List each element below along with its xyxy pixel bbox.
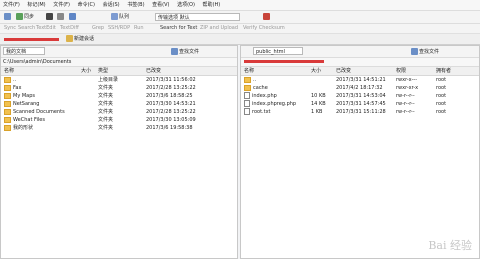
left-location-select[interactable]: 我的文档	[3, 47, 45, 55]
table-row[interactable]: cache 2017/4/2 18:17:32 rwxr-xr-x root	[241, 84, 479, 92]
left-pane: 我的文档 查找文件 C:\Users\admin\Documents 名称 大小…	[0, 45, 238, 259]
settings-icon[interactable]	[56, 13, 66, 21]
left-file-list: .. 上级目录 2017/3/31 11:56:02 Fax 文件夹 2017/…	[1, 76, 237, 132]
folder-icon	[4, 124, 11, 131]
folder-icon	[4, 84, 11, 91]
left-col-name[interactable]: 名称	[4, 67, 14, 75]
table-row[interactable]: WeChat Files 文件夹 2017/3/30 13:05:09	[1, 116, 237, 124]
right-col-changed[interactable]: 已改变	[336, 67, 351, 75]
main-toolbar: 同步 队列 传输选项 默认	[0, 11, 480, 24]
right-search-button[interactable]: 查找文件	[411, 48, 439, 55]
menu-item-8[interactable]: 帮助(H)	[200, 0, 224, 10]
table-row[interactable]: NetSarang 文件夹 2017/3/30 14:53:21	[1, 100, 237, 108]
redacted-session-tab[interactable]	[4, 38, 59, 41]
ext-search[interactable]: Search	[18, 24, 35, 33]
color-icon[interactable]	[262, 13, 272, 21]
ext-sync[interactable]: Sync	[4, 24, 16, 33]
table-row[interactable]: .. 2017/3/31 14:51:21 rwxr-x--- root	[241, 76, 479, 84]
right-col-size[interactable]: 大小	[311, 67, 321, 75]
table-row[interactable]: Fax 文件夹 2017/2/28 13:25:22	[1, 84, 237, 92]
right-file-list: .. 2017/3/31 14:51:21 rwxr-x--- root cac…	[241, 76, 479, 116]
folder-icon	[4, 116, 11, 123]
right-path-bar[interactable]	[241, 58, 479, 67]
session-tabs: 新建会话	[0, 34, 480, 45]
ext-textedit[interactable]: TextEdit	[36, 24, 56, 33]
menu-item-4[interactable]: 会话(S)	[100, 0, 123, 10]
left-col-size[interactable]: 大小	[81, 67, 91, 75]
menu-item-3[interactable]: 命令(C)	[75, 0, 98, 10]
table-row[interactable]: root.txt 1 KB 2017/3/31 15:11:28 rw-r--r…	[241, 108, 479, 116]
right-pane-toolbar: public_html 查找文件	[241, 46, 479, 58]
folder-icon	[244, 84, 251, 91]
extensions-toolbar: Sync Search TextEdit TextDiff Grep SSH/R…	[0, 24, 480, 34]
local-icon[interactable]	[3, 13, 13, 21]
folder-icon	[4, 76, 11, 83]
queue-button[interactable]: 队列	[110, 13, 130, 21]
left-col-type[interactable]: 类型	[98, 67, 108, 75]
ext-search-text[interactable]: Search for Text	[160, 24, 197, 33]
menu-item-5[interactable]: 书签(B)	[124, 0, 147, 10]
right-pane: public_html 查找文件 名称 大小 已改变 权限 拥有者 .. 201…	[240, 45, 480, 259]
menu-bar: 文件(F) 标记(M) 文件(F) 命令(C) 会话(S) 书签(B) 查看(V…	[0, 0, 480, 11]
file-icon	[244, 92, 250, 99]
ext-grep[interactable]: Grep	[92, 24, 104, 33]
table-row[interactable]: My Maps 文件夹 2017/3/6 18:58:25	[1, 92, 237, 100]
table-row[interactable]: Scanned Documents 文件夹 2017/2/28 13:25:22	[1, 108, 237, 116]
ext-zip-upload[interactable]: ZIP and Upload	[200, 24, 238, 33]
search-icon	[411, 48, 418, 55]
table-row[interactable]: .. 上级目录 2017/3/31 11:56:02	[1, 76, 237, 84]
menu-item-0[interactable]: 文件(F)	[0, 0, 23, 10]
folder-icon	[244, 76, 251, 83]
search-icon	[171, 48, 178, 55]
folder-icon	[4, 100, 11, 107]
right-col-perm[interactable]: 权限	[396, 67, 406, 75]
file-icon	[244, 100, 250, 107]
baidu-watermark: Bai 经验	[428, 239, 472, 252]
menu-item-1[interactable]: 标记(M)	[24, 0, 48, 10]
queue-icon	[111, 13, 118, 20]
left-pane-toolbar: 我的文档 查找文件	[1, 46, 237, 58]
sync-icon	[16, 13, 23, 20]
new-session-icon	[66, 35, 73, 42]
left-column-header: 名称 大小 类型 已改变	[1, 67, 237, 76]
ext-run[interactable]: Run	[134, 24, 144, 33]
ext-ssh-rdp[interactable]: SSH/RDP	[108, 24, 130, 33]
menu-item-2[interactable]: 文件(F)	[50, 0, 73, 10]
table-row[interactable]: index.php 10 KB 2017/3/31 14:53:04 rw-r-…	[241, 92, 479, 100]
left-col-changed[interactable]: 已改变	[146, 67, 161, 75]
right-col-name[interactable]: 名称	[244, 67, 254, 75]
ext-textdiff[interactable]: TextDiff	[60, 24, 79, 33]
transfer-settings-select[interactable]: 传输选项 默认	[155, 13, 240, 21]
sync-button[interactable]: 同步	[15, 13, 35, 21]
left-search-button[interactable]: 查找文件	[171, 48, 199, 55]
new-session-button[interactable]: 新建会话	[66, 35, 94, 42]
right-location-select[interactable]: public_html	[253, 47, 303, 55]
redacted-remote-path	[244, 60, 324, 63]
folder-icon	[4, 92, 11, 99]
right-col-owner[interactable]: 拥有者	[436, 67, 451, 75]
folder-icon	[4, 108, 11, 115]
menu-item-7[interactable]: 选项(O)	[174, 0, 198, 10]
ext-verify-checksum[interactable]: Verify Checksum	[243, 24, 285, 33]
table-row[interactable]: index.phpreg.php 14 KB 2017/3/31 14:57:4…	[241, 100, 479, 108]
file-icon	[244, 108, 250, 115]
table-row[interactable]: 我的形状 文件夹 2017/3/6 19:58:38	[1, 124, 237, 132]
menu-item-6[interactable]: 查看(V)	[149, 0, 172, 10]
transfer-icon[interactable]	[68, 13, 78, 21]
right-column-header: 名称 大小 已改变 权限 拥有者	[241, 67, 479, 76]
terminal-icon[interactable]	[45, 13, 55, 21]
left-path-bar[interactable]: C:\Users\admin\Documents	[1, 58, 237, 67]
